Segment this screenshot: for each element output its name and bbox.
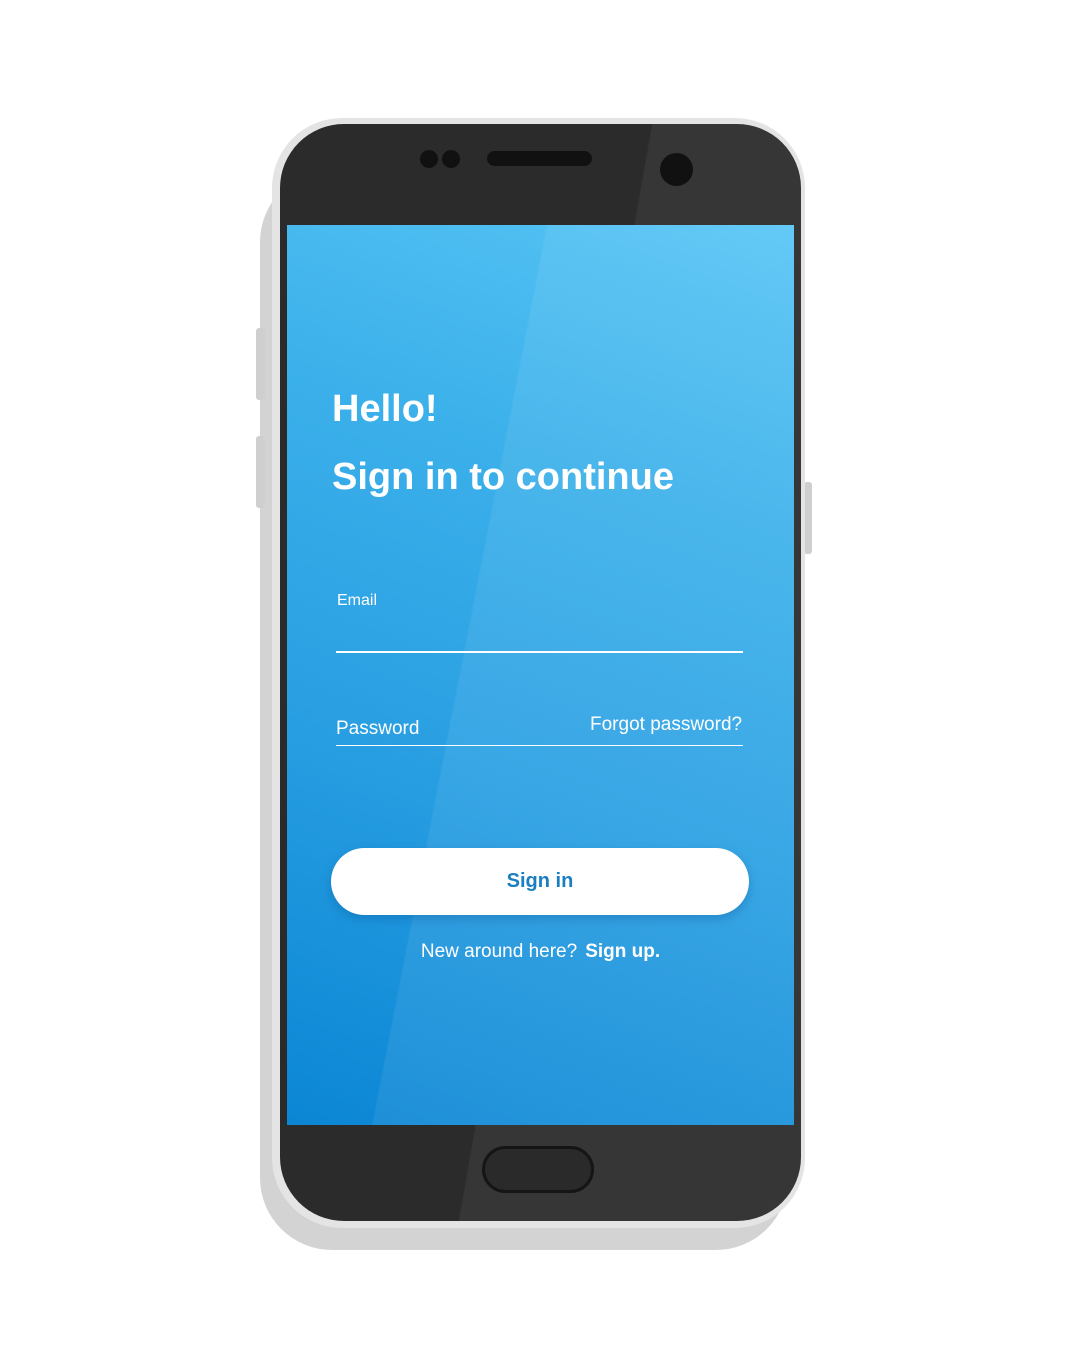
volume-up-button bbox=[256, 328, 265, 400]
sign-up-link[interactable]: Sign up. bbox=[585, 941, 660, 962]
screen-reflection bbox=[287, 225, 794, 1125]
forgot-password-link[interactable]: Forgot password? bbox=[590, 713, 742, 737]
front-camera-icon bbox=[660, 153, 693, 186]
volume-down-button bbox=[256, 436, 265, 508]
sensor-dots-icon bbox=[420, 150, 464, 168]
sign-in-button[interactable]: Sign in bbox=[331, 848, 749, 915]
greeting-title: Hello! bbox=[332, 388, 438, 430]
speaker-grille-icon bbox=[487, 151, 592, 166]
email-label: Email bbox=[337, 592, 378, 609]
email-field[interactable] bbox=[336, 615, 743, 653]
power-button bbox=[804, 482, 812, 554]
home-button-icon[interactable] bbox=[482, 1146, 594, 1193]
login-screen: Hello! Sign in to continue Email Forgot … bbox=[287, 225, 794, 1125]
page-title: Sign in to continue bbox=[332, 456, 674, 498]
signup-row: New around here? Sign up. bbox=[287, 939, 794, 965]
signup-prompt: New around here? bbox=[420, 941, 578, 962]
